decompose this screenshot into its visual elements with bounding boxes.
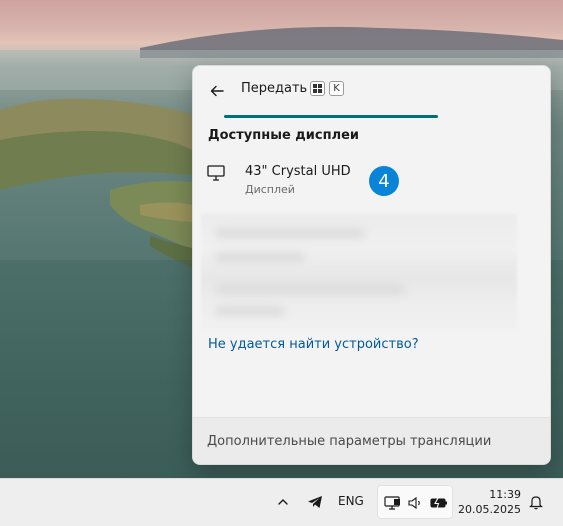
section-heading: Доступные дисплеи [208,128,360,143]
flyout-title: Передать [241,81,308,96]
monitor-icon [207,165,225,185]
blurred-device-list [201,214,517,330]
cast-icon [384,496,400,510]
step-badge: 4 [369,166,399,196]
notifications-button[interactable] [526,492,546,512]
telegram-tray-button[interactable] [305,492,325,512]
cant-find-device-link[interactable]: Не удается найти устройство? [208,337,419,352]
language-indicator[interactable]: ENG [338,494,364,508]
more-cast-settings-link[interactable]: Дополнительные параметры трансляции [207,434,491,449]
cast-flyout: Передать K Доступные дисплеи 43" Crystal… [192,65,551,465]
quick-settings-button[interactable] [377,485,453,519]
show-hidden-icons-button[interactable] [273,492,293,512]
flyout-footer: Дополнительные параметры трансляции [193,418,550,464]
battery-icon [430,497,447,509]
flyout-header: Передать K [193,66,550,116]
scanning-progress-bar [224,115,438,118]
clock-time: 11:39 [489,488,521,501]
device-type: Дисплей [245,183,295,196]
chevron-up-icon [278,499,288,505]
windows-key-icon [310,81,325,96]
arrow-left-icon [210,85,224,97]
back-button[interactable] [205,79,229,103]
clock-button[interactable]: 11:39 20.05.2025 [458,487,521,517]
taskbar: ENG 11:39 20.05.2025 [0,478,563,526]
clock-date: 20.05.2025 [458,503,521,516]
bell-icon [529,496,543,510]
device-name: 43" Crystal UHD [245,164,351,179]
volume-icon [408,496,420,510]
telegram-icon [308,496,322,508]
shortcut-key-k: K [329,81,344,96]
